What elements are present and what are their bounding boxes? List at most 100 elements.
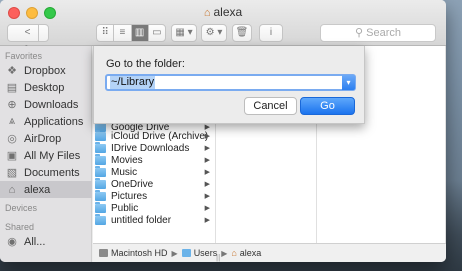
path-bar: Macintosh HD ▶ Users ▶ ⌂ alexa xyxy=(93,243,446,262)
home-icon: ⌂ xyxy=(8,183,16,196)
path-item-disk[interactable]: Macintosh HD xyxy=(99,248,168,258)
chevron-right-icon: ▶ xyxy=(204,169,210,176)
sidebar-item-alexa[interactable]: ⌂ alexa xyxy=(0,181,92,198)
applications-icon: ⩓ xyxy=(8,115,16,127)
sidebar-item-desktop[interactable]: ▤ Desktop xyxy=(5,79,91,96)
folder-icon xyxy=(95,153,106,165)
back-button[interactable]: < xyxy=(18,25,38,41)
sidebar-item-airdrop[interactable]: ◎ AirDrop xyxy=(5,130,91,147)
list-item-label: Pictures xyxy=(111,190,148,202)
go-to-folder-sheet: Go to the folder: ~/Library ▾ Cancel Go xyxy=(93,46,365,124)
chevron-right-icon: ▶ xyxy=(204,157,210,164)
desktop-icon: ▤ xyxy=(6,82,18,94)
column-resize-handle[interactable]: || xyxy=(216,253,220,262)
path-item-label: alexa xyxy=(239,248,262,258)
list-item[interactable]: Music ▶ xyxy=(95,165,214,178)
chevron-right-icon: ▶ xyxy=(204,217,210,224)
icon-view-button[interactable]: ⠿ xyxy=(97,25,115,41)
sidebar-item-label: AirDrop xyxy=(24,132,62,145)
list-item-label: Public xyxy=(111,202,139,214)
sidebar-item-shared-all[interactable]: ◉ All... xyxy=(5,233,91,250)
chevron-right-icon: ▶ xyxy=(171,248,178,258)
go-button[interactable]: Go xyxy=(300,97,355,115)
sidebar-item-label: Applications xyxy=(24,115,84,128)
sidebar-item-label: alexa xyxy=(24,183,51,196)
window-title-text: alexa xyxy=(213,5,243,19)
downloads-icon: ⊕ xyxy=(7,99,17,111)
sidebar-item-label: Desktop xyxy=(24,81,65,94)
trash-icon[interactable]: 🗑 xyxy=(232,24,252,42)
list-item[interactable]: OneDrive ▶ xyxy=(95,177,214,190)
search-field[interactable]: ⚲ Search xyxy=(320,24,436,42)
list-item-label: OneDrive xyxy=(111,178,154,190)
sidebar-item-documents[interactable]: ▧ Documents xyxy=(5,164,91,181)
folder-icon xyxy=(95,177,106,189)
path-item-label: Macintosh HD xyxy=(111,248,168,258)
list-item[interactable]: iCloud Drive (Archive) ▶ xyxy=(95,129,214,142)
home-icon: ⌂ xyxy=(203,7,211,19)
folder-icon xyxy=(95,129,106,141)
chevron-right-icon: ▶ xyxy=(204,145,210,152)
finder-window: ⌂alexa <> ⠿ ≡ ▥ ▭ ▦ ▾ ⚙ ▾ 🗑 i ⚲ Search F… xyxy=(0,0,446,262)
airdrop-icon: ◎ xyxy=(7,133,17,145)
sidebar-item-applications[interactable]: ⩓ Applications xyxy=(5,113,91,130)
list-item[interactable]: Public ▶ xyxy=(95,201,214,214)
network-icon: ◉ xyxy=(7,236,17,248)
view-mode-group: ⠿ ≡ ▥ ▭ xyxy=(96,24,166,42)
sidebar-favorites-heading: Favorites xyxy=(5,51,43,61)
search-placeholder: Search xyxy=(366,27,401,39)
home-icon: ⌂ xyxy=(231,248,237,258)
documents-icon: ▧ xyxy=(6,167,18,179)
list-item-label: Movies xyxy=(111,154,143,166)
list-item[interactable]: untitled folder ▶ xyxy=(95,213,214,226)
action-button[interactable]: ⚙ ▾ xyxy=(201,24,227,42)
sidebar-item-label: All... xyxy=(24,235,46,248)
hard-disk-icon xyxy=(99,249,108,257)
chevron-right-icon: ▶ xyxy=(204,181,210,188)
cancel-button[interactable]: Cancel xyxy=(244,97,297,115)
list-item[interactable]: Pictures ▶ xyxy=(95,189,214,202)
go-to-folder-label: Go to the folder: xyxy=(106,58,185,70)
list-view-button[interactable]: ≡ xyxy=(114,25,132,41)
sidebar-item-label: Downloads xyxy=(24,98,79,111)
search-icon: ⚲ xyxy=(355,27,367,39)
chevron-down-icon[interactable]: ▾ xyxy=(342,75,355,90)
sidebar-shared-heading: Shared xyxy=(5,222,35,232)
folder-icon xyxy=(95,213,106,225)
sidebar-item-label: All My Files xyxy=(24,149,81,162)
sidebar-item-all-my-files[interactable]: ▣ All My Files xyxy=(5,147,91,164)
list-item-label: Music xyxy=(111,166,138,178)
path-item-label: Users xyxy=(193,248,218,258)
dropbox-icon: ❖ xyxy=(7,65,17,77)
column-view-button[interactable]: ▥ xyxy=(131,25,149,41)
sidebar-item-dropbox[interactable]: ❖ Dropbox xyxy=(5,62,91,79)
files-icon: ▣ xyxy=(6,150,18,162)
chevron-right-icon: ▶ xyxy=(204,205,210,212)
path-item-users[interactable]: Users xyxy=(181,248,218,258)
chevron-right-icon: ▶ xyxy=(204,193,210,200)
folder-icon xyxy=(95,165,106,177)
gallery-view-button[interactable]: ▭ xyxy=(149,25,165,41)
sidebar-item-label: Dropbox xyxy=(24,64,66,77)
folder-path-input[interactable]: ~/Library ▾ xyxy=(105,74,356,91)
chevron-right-icon: ▶ xyxy=(204,133,210,140)
list-item[interactable]: IDrive Downloads ▶ xyxy=(95,141,214,154)
folder-icon xyxy=(181,249,191,257)
back-forward-buttons: <> xyxy=(7,24,49,54)
folder-icon xyxy=(95,141,106,153)
arrange-button[interactable]: ▦ ▾ xyxy=(171,24,197,42)
list-item[interactable]: Movies ▶ xyxy=(95,153,214,166)
window-title: ⌂ alexa xyxy=(0,5,446,19)
sidebar: Favorites ❖ Dropbox ▤ Desktop ⊕ Downloads ⩓… xyxy=(0,46,92,262)
list-item-label: IDrive Downloads xyxy=(111,142,190,154)
sidebar-devices-heading: Devices xyxy=(5,203,38,213)
chevron-right-icon: ▶ xyxy=(221,248,228,258)
sidebar-item-downloads[interactable]: ⊕ Downloads xyxy=(5,96,91,113)
folder-icon xyxy=(95,189,106,201)
sidebar-item-label: Documents xyxy=(24,166,80,179)
info-button[interactable]: i xyxy=(259,24,283,42)
list-item-label: untitled folder xyxy=(111,214,172,226)
folder-icon xyxy=(95,201,106,213)
path-item-home[interactable]: ⌂ alexa xyxy=(231,248,261,258)
folder-path-value: ~/Library xyxy=(110,76,156,89)
